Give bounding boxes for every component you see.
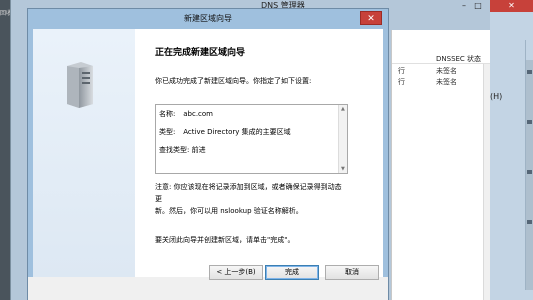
new-zone-wizard-dialog: 新建区域向导 ✕ 正在完成新建区域向导 你已成功完成了新建区域向导。你指定了如下… [27,8,389,300]
wizard-titlebar[interactable]: 新建区域向导 ✕ [28,9,388,29]
summary-row-type: 类型: Active Directory 集成的主要区域 [159,127,291,137]
wizard-main-panel: 正在完成新建区域向导 你已成功完成了新建区域向导。你指定了如下设置: 名称: a… [135,29,383,277]
back-button[interactable]: < 上一步(B) [209,265,263,280]
actions-scrollbar[interactable] [526,60,533,290]
close-icon[interactable]: ✕ [360,11,382,25]
scroll-down-icon[interactable]: ▼ [341,166,345,172]
list-item-type: 行 [398,67,405,75]
summary-label: 名称: [159,110,176,118]
wizard-button-bar [28,277,388,300]
wizard-finish-instruction: 要关闭此向导并创建新区域，请单击"完成"。 [155,236,295,244]
settings-summary-box[interactable]: 名称: abc.com 类型: Active Directory 集成的主要区域… [155,104,348,174]
server-icon [67,62,93,108]
summary-scrollbar[interactable]: ▲ ▼ [338,105,347,173]
minimize-icon[interactable]: – [459,2,469,10]
wizard-body: 正在完成新建区域向导 你已成功完成了新建区域向导。你指定了如下设置: 名称: a… [33,29,383,277]
zone-list-pane[interactable]: DNSSEC 状态 行 未签名 行 未签名 [391,30,491,300]
close-icon[interactable]: ✕ [490,0,533,12]
summary-value: abc.com [183,110,213,118]
list-item-dnssec: 未签名 [436,78,457,86]
summary-label: 类型: [159,128,176,136]
finish-button[interactable]: 完成 [265,265,319,280]
wizard-title: 新建区域向导 [184,14,232,23]
actions-hint: (H) [490,92,503,101]
scroll-up-icon[interactable]: ▲ [341,106,345,112]
scroll-marker [527,170,532,174]
scroll-marker [527,220,532,224]
summary-label: 查找类型: [159,146,190,154]
wizard-heading: 正在完成新建区域向导 [155,48,246,58]
actions-list[interactable]: (H) [490,40,526,290]
summary-value: Active Directory 集成的主要区域 [183,128,291,136]
maximize-icon[interactable]: □ [473,2,483,10]
cancel-button[interactable]: 取消 [325,265,379,280]
wizard-intro: 你已成功完成了新建区域向导。你指定了如下设置: [155,77,312,85]
list-item-type: 行 [398,78,405,86]
wizard-note: 注意: 你应该现在将记录添加到区域，或者确保记录得到动态更 新。然后，你可以用 … [155,181,345,217]
note-line: 新。然后，你可以用 nslookup 验证名称解析。 [155,207,303,215]
summary-row-lookup: 查找类型: 前进 [159,145,206,155]
wizard-side-banner [33,29,135,277]
summary-value: 前进 [191,146,206,154]
column-header-dnssec[interactable]: DNSSEC 状态 [436,54,481,64]
list-item-dnssec: 未签名 [436,67,457,75]
scroll-marker [527,120,532,124]
summary-row-name: 名称: abc.com [159,109,213,119]
scroll-marker [527,70,532,74]
note-line: 注意: 你应该现在将记录添加到区域，或者确保记录得到动态更 [155,183,342,203]
actions-pane: ✕ (H) [490,0,533,300]
